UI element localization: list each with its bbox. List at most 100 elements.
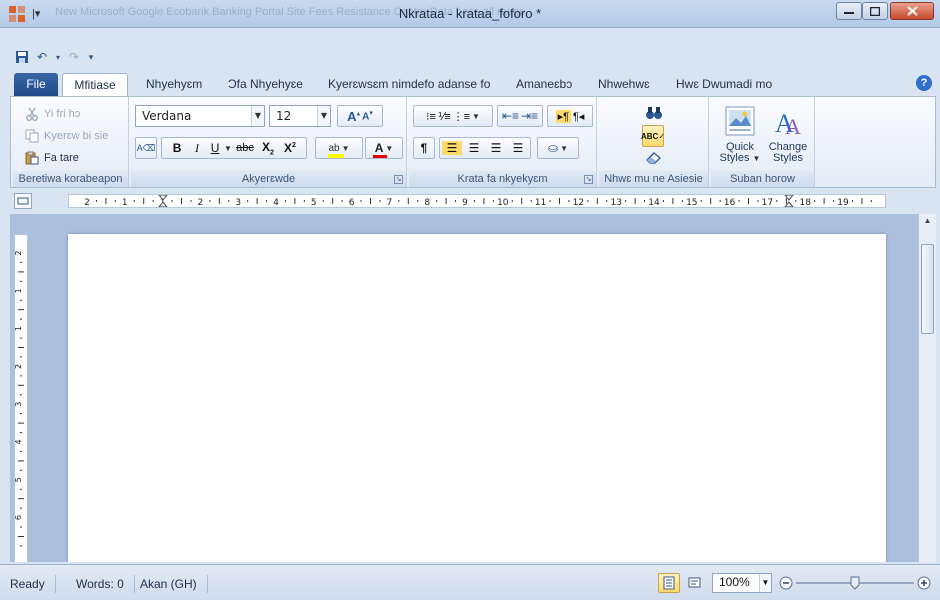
- help-icon[interactable]: ?: [916, 75, 932, 91]
- horizontal-ruler[interactable]: 2112345678910111213141516171819: [68, 194, 886, 208]
- align-right-icon[interactable]: ☰: [486, 141, 506, 155]
- text-highlight-button[interactable]: ab ▼: [315, 137, 363, 159]
- increase-indent-icon[interactable]: ⇥≡: [521, 109, 538, 123]
- underline-dropdown-icon[interactable]: ▼: [224, 144, 232, 153]
- zoom-slider[interactable]: [778, 573, 932, 593]
- font-size-select[interactable]: 12 ▼: [269, 105, 331, 127]
- change-styles-icon: A A: [775, 109, 801, 139]
- superscript-icon[interactable]: X2: [280, 141, 300, 155]
- ribbon-tabs: File Mfitiase Nhyehyɛm Ɔfa Nhyehyɛe Kyer…: [12, 70, 940, 96]
- bold-icon[interactable]: B: [168, 141, 186, 155]
- tab-file[interactable]: File: [14, 73, 58, 96]
- quick-styles-dropdown-icon[interactable]: ▼: [753, 154, 761, 163]
- maximize-icon: [870, 6, 880, 16]
- styles-group-label: Suban horow: [711, 171, 814, 187]
- tab-review[interactable]: Nhwehwɛ: [590, 73, 658, 96]
- shading-dropdown-icon[interactable]: ▼: [560, 144, 568, 153]
- font-name-select[interactable]: Verdana ▼: [135, 105, 265, 127]
- italic-icon[interactable]: I: [188, 141, 206, 156]
- font-size-dropdown-icon[interactable]: ▼: [317, 106, 330, 126]
- subscript-icon[interactable]: X2: [258, 140, 278, 156]
- tab-references[interactable]: Kyerɛwsɛm nimdefo adanse fo: [320, 73, 498, 96]
- app-icon[interactable]: [8, 5, 26, 23]
- multilevel-list-dropdown-icon[interactable]: ▼: [472, 112, 480, 121]
- find-button[interactable]: [639, 103, 669, 125]
- numbering-icon[interactable]: ⅟≡: [438, 110, 451, 123]
- select-button[interactable]: [639, 147, 669, 169]
- close-button[interactable]: [890, 2, 934, 20]
- zoom-thumb[interactable]: [850, 576, 860, 590]
- minimize-button[interactable]: [836, 2, 862, 20]
- redo-icon[interactable]: ↷: [66, 49, 82, 65]
- document-page[interactable]: [68, 234, 886, 562]
- align-left-icon[interactable]: ☰: [442, 141, 462, 155]
- paste-button[interactable]: Fa tare: [25, 151, 79, 165]
- right-to-left-icon[interactable]: ¶◂: [573, 110, 584, 123]
- status-ready: Ready: [10, 575, 56, 593]
- tab-view[interactable]: Hwɛ Dwumadi mo: [668, 73, 780, 96]
- change-styles-label-2: Styles: [773, 152, 803, 164]
- bullets-icon[interactable]: ⁝≡: [426, 110, 436, 123]
- font-name-dropdown-icon[interactable]: ▼: [251, 106, 264, 126]
- background-tabs: New Microsoft Google Ecobank Banking Por…: [55, 6, 526, 18]
- shrink-font-icon[interactable]: A▾: [362, 109, 373, 122]
- font-color-button[interactable]: A ▼: [365, 137, 403, 159]
- change-styles-button[interactable]: A A Change Styles: [765, 103, 811, 169]
- vertical-ruler[interactable]: 2 1 1 2 3 4 5 6: [14, 234, 28, 562]
- ribbon: Yi fri hɔ Kyerɛw bi sie Fa tare Beretiwa…: [10, 96, 936, 188]
- justify-icon[interactable]: ☰: [508, 141, 528, 155]
- shading-button[interactable]: ⛀ ▼: [537, 137, 579, 159]
- undo-dropdown-icon[interactable]: ▾: [54, 49, 62, 65]
- font-color-dropdown-icon[interactable]: ▼: [385, 144, 393, 153]
- web-layout-view-button[interactable]: [684, 573, 706, 593]
- tab-page-layout[interactable]: Ɔfa Nhyehyɛe: [220, 73, 311, 96]
- scroll-up-icon[interactable]: ▲: [921, 216, 934, 229]
- strikethrough-icon[interactable]: abc: [234, 142, 256, 154]
- spelling-button[interactable]: ABC✓: [641, 125, 665, 147]
- clear-formatting-button[interactable]: A⌫: [135, 137, 157, 159]
- show-formatting-button[interactable]: ¶: [413, 137, 435, 159]
- highlight-dropdown-icon[interactable]: ▼: [342, 144, 350, 153]
- cut-button[interactable]: Yi fri hɔ: [25, 107, 80, 121]
- status-language[interactable]: Akan (GH): [140, 575, 208, 593]
- multilevel-list-icon[interactable]: ⋮≡: [453, 110, 470, 123]
- customize-toolbar-icon[interactable]: ▾: [86, 49, 96, 65]
- scroll-thumb[interactable]: [921, 244, 934, 334]
- undo-icon[interactable]: ↶: [34, 49, 50, 65]
- left-to-right-icon[interactable]: ▸¶: [555, 109, 571, 123]
- maximize-button[interactable]: [862, 2, 888, 20]
- ruler-label: 2: [84, 198, 90, 207]
- eraser-icon: [645, 150, 663, 167]
- system-menu-icon[interactable]: |▾: [32, 7, 46, 21]
- clipboard-group: Yi fri hɔ Kyerɛw bi sie Fa tare Beretiwa…: [13, 97, 129, 187]
- binoculars-icon: [645, 106, 663, 123]
- copy-button[interactable]: Kyerɛw bi sie: [25, 129, 108, 143]
- quick-styles-button[interactable]: Quick Styles ▼: [717, 103, 763, 169]
- tab-insert[interactable]: Nhyehyɛm: [138, 73, 210, 96]
- zoom-level-select[interactable]: 100% ▼: [712, 573, 772, 593]
- print-layout-view-button[interactable]: [658, 573, 680, 593]
- underline-icon[interactable]: U: [208, 141, 222, 155]
- tab-mailings[interactable]: Amaneɛbɔ: [508, 73, 580, 96]
- title-bar: |▾ New Microsoft Google Ecobank Banking …: [0, 0, 940, 28]
- font-dialog-launcher-icon[interactable]: ↘: [394, 175, 403, 184]
- document-area: 2 1 1 2 3 4 5 6 ▲: [10, 214, 936, 562]
- zoom-dropdown-icon[interactable]: ▼: [759, 574, 771, 592]
- align-center-icon[interactable]: ☰: [464, 141, 484, 155]
- font-group-label: Akyerɛwde: [131, 171, 406, 187]
- grow-font-icon[interactable]: A▴: [347, 109, 360, 124]
- vertical-scrollbar[interactable]: ▲: [918, 214, 936, 562]
- editing-group: ABC✓ Nhwɛ mu ne Asiesie: [599, 97, 709, 187]
- ruler-label: 18: [799, 198, 811, 207]
- ruler-label: 9: [462, 198, 468, 207]
- decrease-indent-icon[interactable]: ⇤≡: [502, 109, 519, 123]
- font-color-icon: A: [372, 141, 387, 158]
- status-word-count[interactable]: Words: 0: [76, 575, 135, 593]
- tab-home[interactable]: Mfitiase: [62, 73, 128, 96]
- alignment-buttons: ☰ ☰ ☰ ☰: [439, 137, 531, 159]
- save-icon[interactable]: [14, 49, 30, 65]
- paragraph-dialog-launcher-icon[interactable]: ↘: [584, 175, 593, 184]
- font-size-value: 12: [276, 109, 292, 123]
- styles-group: Quick Styles ▼ A A Change Styles Suban h…: [711, 97, 815, 187]
- ruler-toggle-button[interactable]: [14, 193, 32, 209]
